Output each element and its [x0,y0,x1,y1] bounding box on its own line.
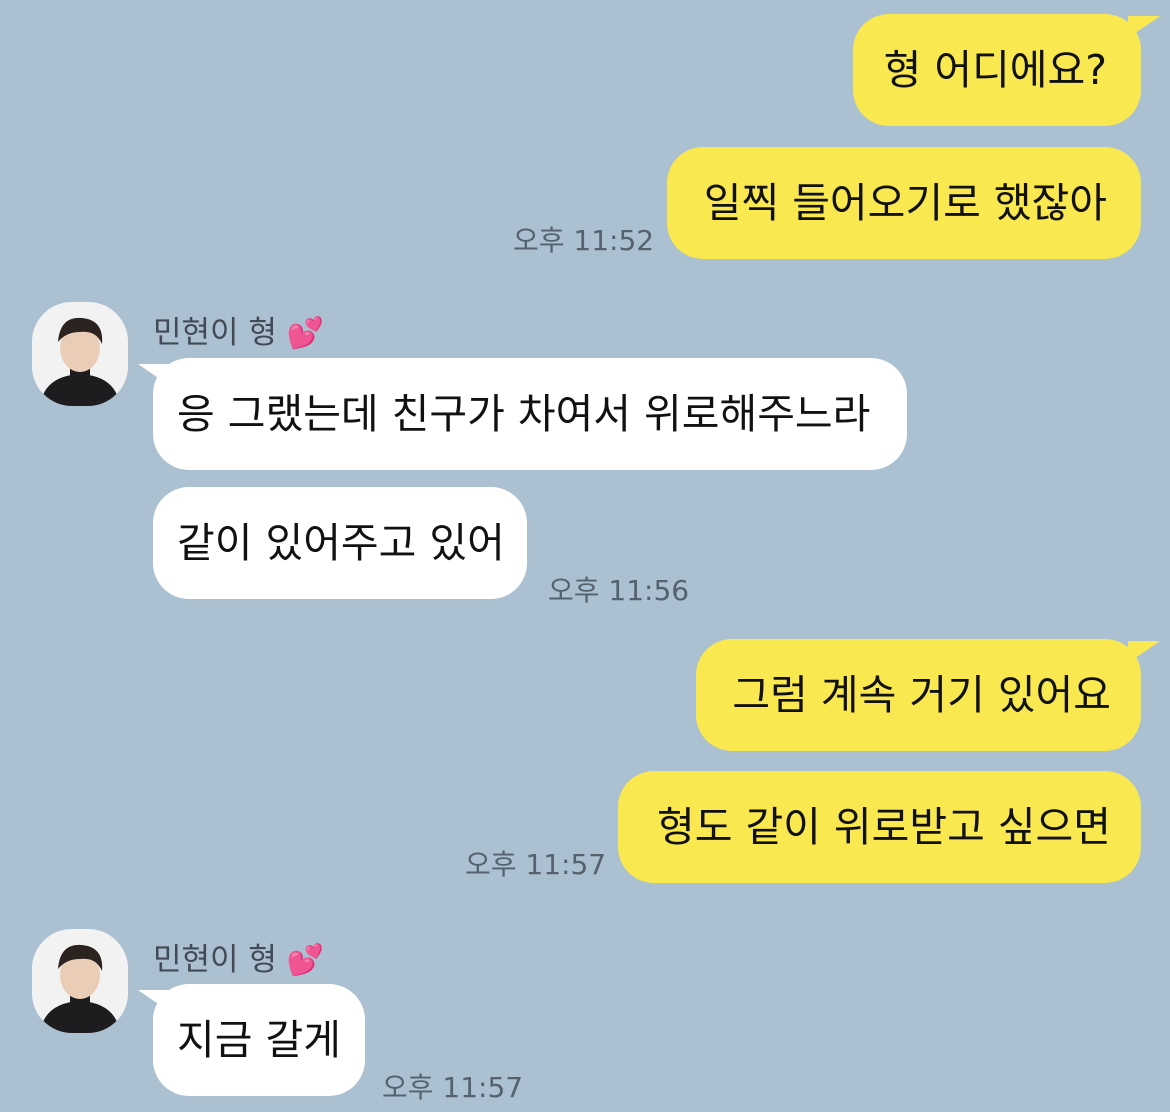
message-text: 응 그랬는데 친구가 차여서 위로해주느라 [177,390,871,438]
message-timestamp: 오후 11:56 [548,574,690,607]
avatar[interactable] [32,929,128,1033]
sender-name: 민현이 형 💕 [153,315,325,351]
bubble-tail [138,990,170,1012]
my-message-bubble[interactable]: 형도 같이 위로받고 싶으면 [618,771,1141,883]
avatar[interactable] [32,302,128,406]
profile-photo [32,929,128,1033]
message-timestamp: 오후 11:57 [382,1071,524,1104]
message-text: 그럼 계속 거기 있어요 [732,671,1111,719]
my-message-bubble[interactable]: 일찍 들어오기로 했잖아 [667,147,1141,259]
message-text: 형도 같이 위로받고 싶으면 [656,803,1111,851]
message-text: 지금 갈게 [177,1016,341,1064]
bubble-tail [138,364,170,386]
message-timestamp: 오후 11:57 [465,848,607,881]
message-timestamp: 오후 11:52 [513,224,655,257]
profile-photo [32,302,128,406]
two-hearts-icon: 💕 [286,943,325,978]
message-text: 형 어디에요? [883,46,1107,94]
bubble-tail [1128,16,1160,38]
message-text: 일찍 들어오기로 했잖아 [703,179,1107,227]
my-message-bubble[interactable]: 형 어디에요? [853,14,1141,126]
their-message-bubble[interactable]: 응 그랬는데 친구가 차여서 위로해주느라 [153,358,907,470]
sender-name: 민현이 형 💕 [153,942,325,978]
their-message-bubble[interactable]: 같이 있어주고 있어 [153,487,527,599]
bubble-tail [1128,641,1160,663]
their-message-bubble[interactable]: 지금 갈게 [153,984,365,1096]
two-hearts-icon: 💕 [286,316,325,351]
my-message-bubble[interactable]: 그럼 계속 거기 있어요 [696,639,1141,751]
message-text: 같이 있어주고 있어 [177,519,505,567]
